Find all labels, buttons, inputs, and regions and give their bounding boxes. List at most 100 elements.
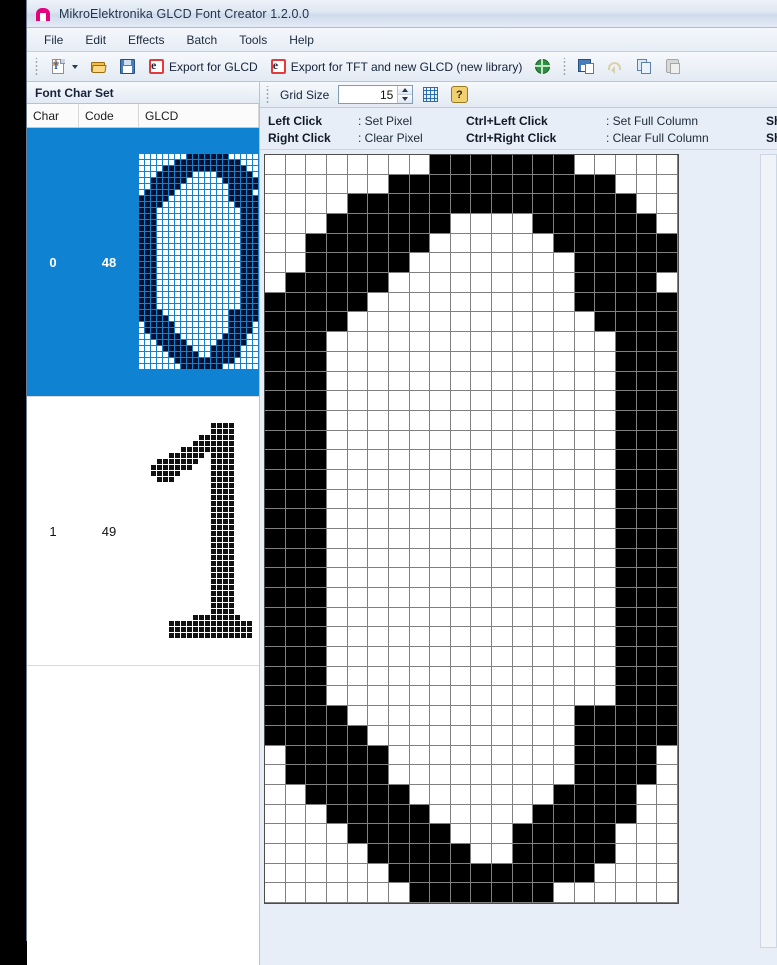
pixel-cell[interactable]: [574, 706, 596, 726]
pixel-cell[interactable]: [616, 155, 637, 175]
pixel-cell[interactable]: [368, 647, 389, 667]
pixel-cell[interactable]: [326, 509, 348, 529]
pixel-cell[interactable]: [409, 450, 431, 470]
toolbar-grip[interactable]: [33, 57, 40, 76]
pixel-cell[interactable]: [554, 469, 575, 490]
pixel-cell[interactable]: [554, 804, 575, 825]
pixel-cell[interactable]: [368, 706, 389, 726]
pixel-cell[interactable]: [616, 410, 637, 431]
pixel-cell[interactable]: [368, 292, 389, 313]
pixel-cell[interactable]: [616, 647, 637, 667]
menu-item-tools[interactable]: Tools: [228, 30, 278, 50]
pixel-cell[interactable]: [636, 706, 658, 726]
pixel-cell[interactable]: [306, 725, 327, 746]
pixel-cell[interactable]: [368, 509, 389, 529]
pixel-cell[interactable]: [430, 450, 451, 470]
pixel-cell[interactable]: [388, 174, 410, 195]
pixel-cell[interactable]: [554, 450, 575, 470]
pixel-cell[interactable]: [492, 666, 513, 687]
pixel-cell[interactable]: [326, 273, 348, 293]
pixel-cell[interactable]: [574, 686, 596, 707]
pixel-cell[interactable]: [471, 469, 493, 490]
pixel-cell[interactable]: [265, 273, 286, 293]
pixel-cell[interactable]: [471, 843, 493, 864]
pixel-cell[interactable]: [471, 627, 493, 648]
pixel-cell[interactable]: [347, 784, 369, 805]
pixel-cell[interactable]: [265, 824, 286, 844]
pixel-cell[interactable]: [636, 450, 658, 470]
pixel-cell[interactable]: [574, 666, 596, 687]
pixel-cell[interactable]: [533, 489, 555, 510]
pixel-cell[interactable]: [326, 371, 348, 392]
pixel-cell[interactable]: [533, 765, 555, 785]
pixel-cell[interactable]: [616, 725, 637, 746]
pixel-cell[interactable]: [533, 233, 555, 254]
pixel-cell[interactable]: [574, 745, 596, 766]
pixel-cell[interactable]: [574, 312, 596, 333]
pixel-cell[interactable]: [616, 804, 637, 825]
pixel-cell[interactable]: [430, 509, 451, 529]
pixel-cell[interactable]: [636, 233, 658, 254]
pixel-cell[interactable]: [285, 371, 307, 392]
pixel-cell[interactable]: [409, 666, 431, 687]
pixel-cell[interactable]: [368, 627, 389, 648]
pixel-cell[interactable]: [471, 804, 493, 825]
pixel-cell[interactable]: [450, 883, 472, 903]
pixel-cell[interactable]: [657, 509, 678, 529]
pixel-cell[interactable]: [450, 430, 472, 451]
export-for-tft-button[interactable]: e Export for TFT and new GLCD (new libra…: [266, 55, 527, 79]
pixel-cell[interactable]: [636, 332, 658, 352]
pixel-cell[interactable]: [368, 745, 389, 766]
pixel-cell[interactable]: [430, 194, 451, 215]
pixel-cell[interactable]: [306, 666, 327, 687]
pixel-cell[interactable]: [409, 489, 431, 510]
pixel-cell[interactable]: [388, 214, 410, 234]
pixel-cell[interactable]: [368, 410, 389, 431]
pixel-cell[interactable]: [595, 627, 617, 648]
pixel-cell[interactable]: [533, 430, 555, 451]
pixel-cell[interactable]: [409, 883, 431, 903]
pixel-cell[interactable]: [306, 174, 327, 195]
pixel-cell[interactable]: [533, 588, 555, 608]
pixel-cell[interactable]: [636, 863, 658, 884]
pixel-cell[interactable]: [347, 469, 369, 490]
pixel-cell[interactable]: [265, 351, 286, 372]
pixel-cell[interactable]: [368, 391, 389, 411]
pixel-cell[interactable]: [492, 627, 513, 648]
pixel-cell[interactable]: [471, 647, 493, 667]
pixel-cell[interactable]: [533, 469, 555, 490]
pixel-cell[interactable]: [388, 725, 410, 746]
pixel-cell[interactable]: [347, 883, 369, 903]
pixel-cell[interactable]: [409, 784, 431, 805]
pixel-cell[interactable]: [657, 843, 678, 864]
pixel-cell[interactable]: [595, 824, 617, 844]
pixel-cell[interactable]: [471, 883, 493, 903]
pixel-cell[interactable]: [574, 332, 596, 352]
pixel-cell[interactable]: [554, 214, 575, 234]
pixel-cell[interactable]: [430, 253, 451, 274]
pixel-cell[interactable]: [347, 450, 369, 470]
pixel-cell[interactable]: [265, 174, 286, 195]
pixel-cell[interactable]: [512, 450, 534, 470]
pixel-cell[interactable]: [450, 469, 472, 490]
pixel-cell[interactable]: [285, 647, 307, 667]
pixel-cell[interactable]: [554, 528, 575, 549]
pixel-cell[interactable]: [347, 607, 369, 628]
pixel-cell[interactable]: [326, 666, 348, 687]
pixel-cell[interactable]: [574, 607, 596, 628]
pixel-cell[interactable]: [388, 489, 410, 510]
pixel-cell[interactable]: [430, 765, 451, 785]
pixel-cell[interactable]: [368, 351, 389, 372]
pixel-cell[interactable]: [512, 332, 534, 352]
pixel-cell[interactable]: [512, 155, 534, 175]
pixel-cell[interactable]: [616, 824, 637, 844]
pixel-cell[interactable]: [409, 843, 431, 864]
pixel-cell[interactable]: [595, 214, 617, 234]
pixel-cell[interactable]: [636, 627, 658, 648]
pixel-cell[interactable]: [595, 863, 617, 884]
pixel-cell[interactable]: [595, 469, 617, 490]
pixel-cell[interactable]: [616, 765, 637, 785]
menu-item-batch[interactable]: Batch: [176, 30, 229, 50]
pixel-cell[interactable]: [595, 784, 617, 805]
pixel-cell[interactable]: [533, 194, 555, 215]
